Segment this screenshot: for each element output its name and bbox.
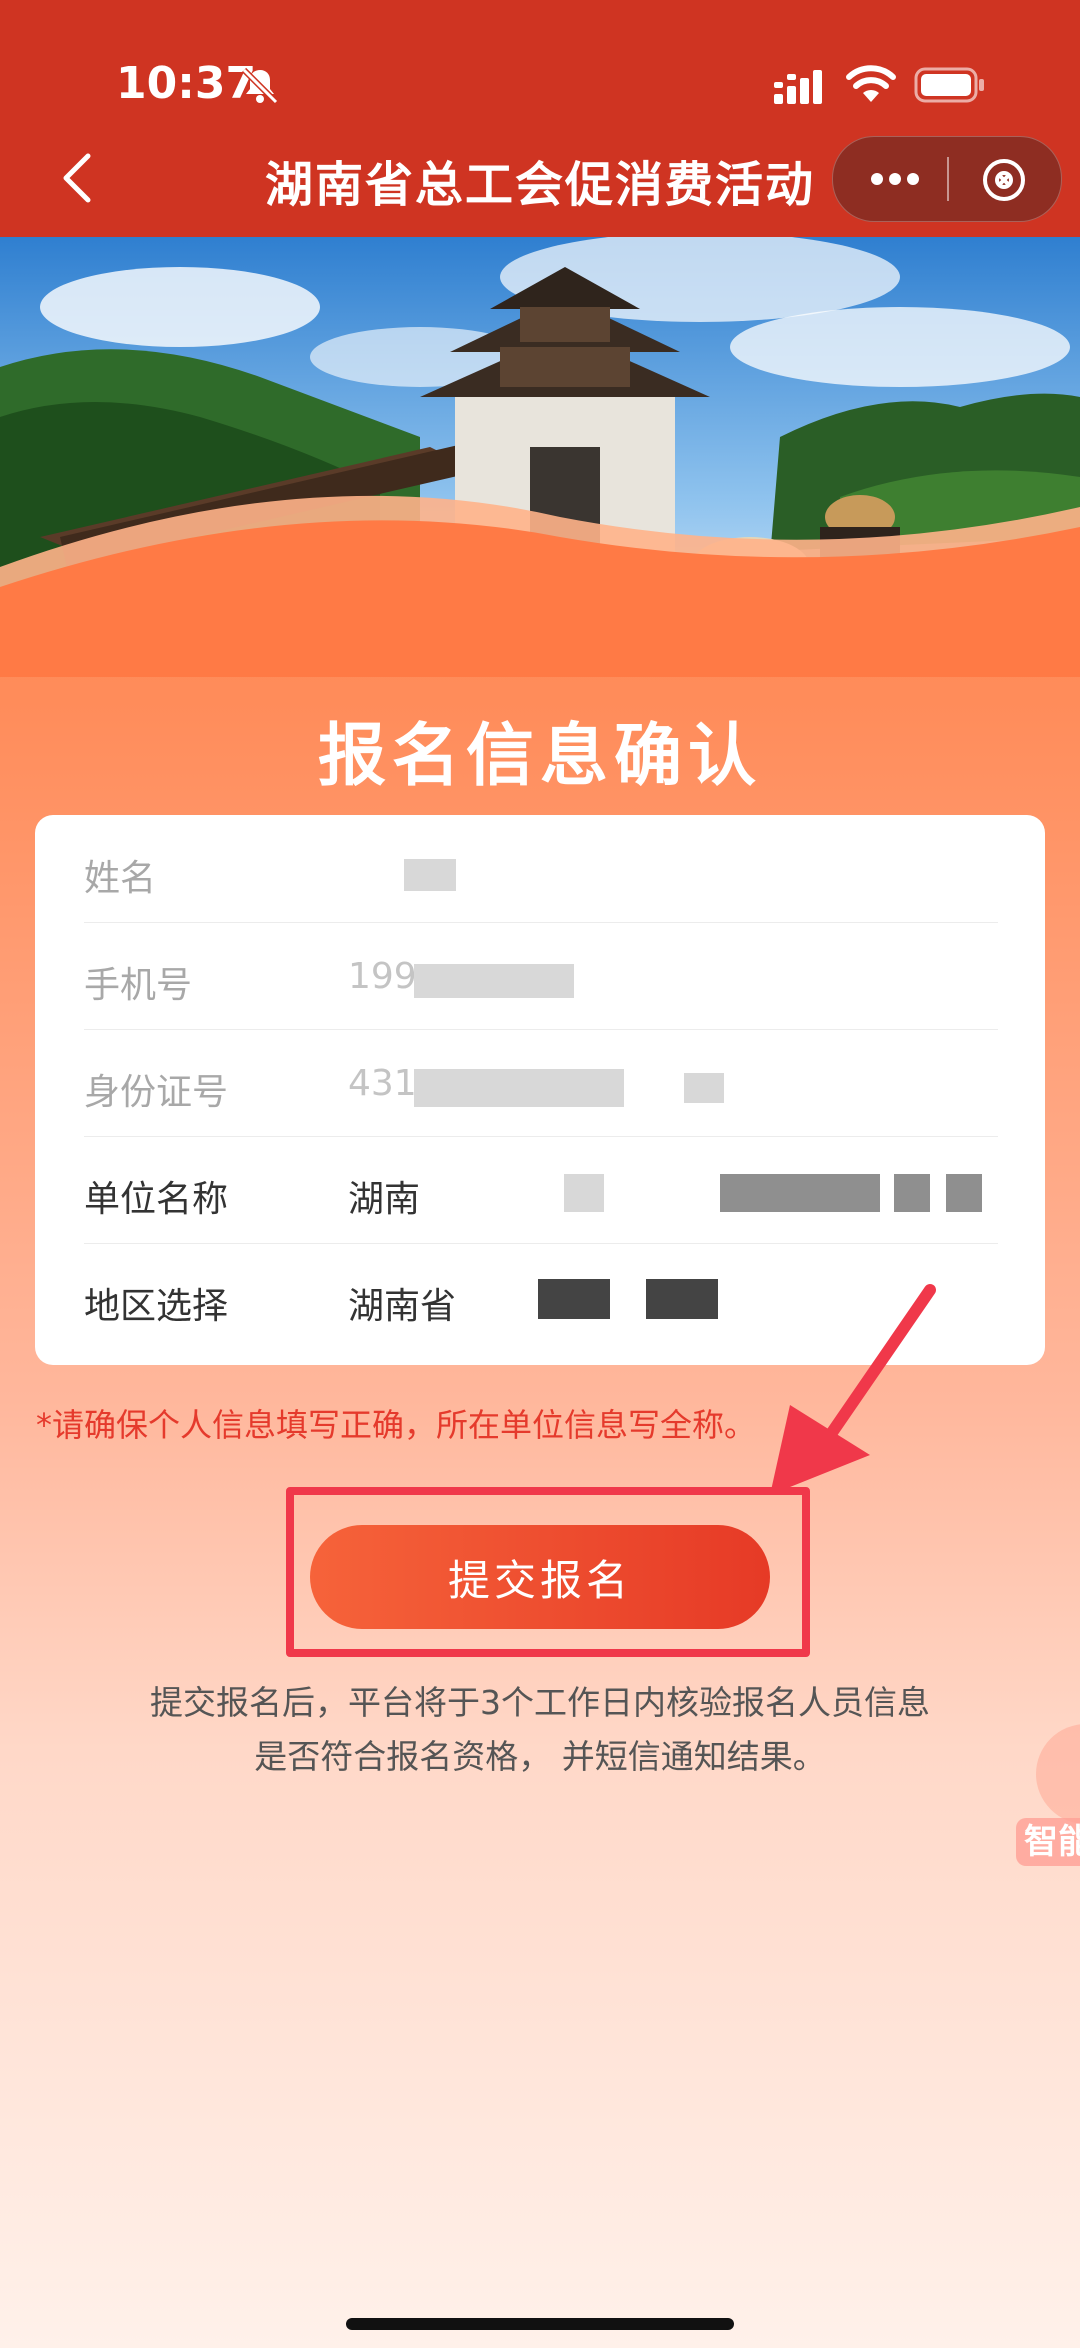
status-time: 10:37: [116, 58, 257, 109]
capsule-divider: [947, 157, 949, 201]
redaction-mask: [946, 1174, 982, 1212]
description-line-2: 是否符合报名资格， 并短信通知结果。: [254, 1737, 826, 1776]
signal-icon: [774, 70, 822, 104]
phone-label: 手机号: [84, 965, 193, 1006]
arrow-annotation: [770, 1284, 936, 1495]
wifi-icon: [846, 65, 896, 102]
description-line-1: 提交报名后，平台将于3个工作日内核验报名人员信息: [150, 1683, 930, 1722]
back-icon[interactable]: [54, 150, 104, 206]
organization-value: 湖南: [348, 1179, 421, 1220]
region-value: 湖南省: [348, 1286, 457, 1327]
close-icon[interactable]: [981, 157, 1027, 203]
top-bar: 10:37 湖南省总工会促消费活动: [0, 0, 1080, 237]
redaction-mask: [720, 1174, 880, 1212]
banner-image: [0, 237, 1080, 677]
page: 10:37 湖南省总工会促消费活动 报名信息确认 姓名 手机号 199 身份证号…: [0, 0, 1080, 2348]
row-organization: 单位名称 湖南: [84, 1136, 998, 1244]
assistant-icon: [1036, 1724, 1080, 1824]
id-number-label: 身份证号: [84, 1072, 229, 1113]
battery-icon: [914, 67, 984, 103]
id-number-value: 431: [348, 1063, 417, 1104]
phone-value: 199: [348, 956, 417, 997]
redaction-mask: [894, 1174, 930, 1212]
redaction-mask: [684, 1073, 724, 1103]
redaction-mask: [646, 1279, 718, 1319]
row-phone: 手机号 199: [84, 922, 998, 1030]
submit-button[interactable]: 提交报名: [310, 1525, 770, 1629]
redaction-mask: [564, 1174, 604, 1212]
row-name: 姓名: [84, 815, 998, 923]
assistant-label: 智能: [1016, 1818, 1080, 1866]
redaction-mask: [414, 1069, 624, 1107]
page-heading: 报名信息确认: [317, 717, 762, 796]
home-indicator: [346, 2318, 734, 2330]
organization-label: 单位名称: [84, 1179, 229, 1220]
nav-title: 湖南省总工会促消费活动: [264, 157, 815, 213]
region-label: 地区选择: [84, 1286, 229, 1327]
redaction-mask: [404, 859, 456, 891]
bell-muted-icon: [241, 67, 279, 105]
assistant-float-button[interactable]: 智能: [1016, 1724, 1080, 1874]
more-icon[interactable]: [857, 159, 933, 199]
mini-program-capsule: [832, 136, 1062, 222]
notice-text: *请确保个人信息填写正确，所在单位信息写全称。: [36, 1406, 757, 1444]
redaction-mask: [538, 1279, 610, 1319]
name-label: 姓名: [84, 858, 157, 899]
row-id-number: 身份证号 431: [84, 1029, 998, 1137]
redaction-mask: [414, 964, 574, 998]
